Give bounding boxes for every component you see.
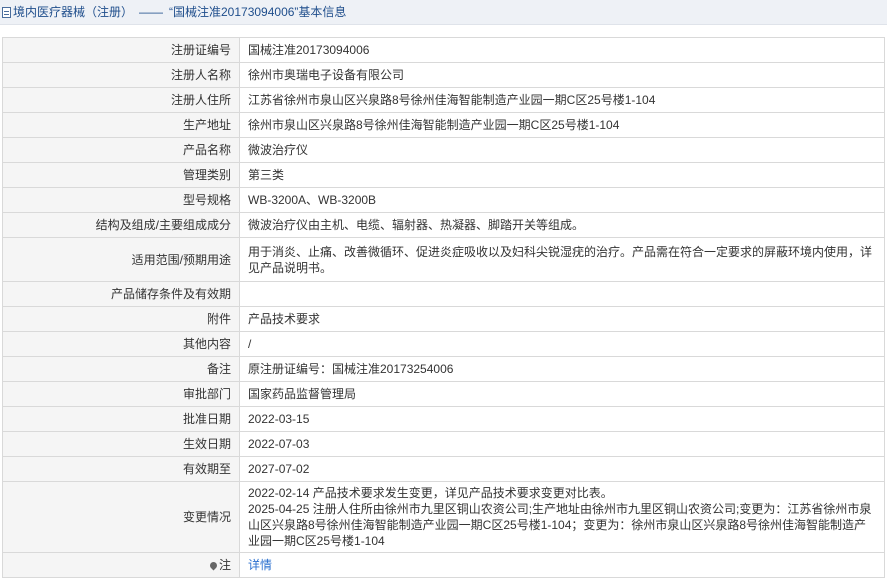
table-row: 产品储存条件及有效期 xyxy=(2,281,885,307)
table-row-note: 注 详情 xyxy=(2,552,885,578)
row-label: 注册人名称 xyxy=(2,62,240,88)
document-icon xyxy=(2,6,11,18)
table-row: 注册人住所 江苏省徐州市泉山区兴泉路8号徐州佳海智能制造产业园一期C区25号楼1… xyxy=(2,87,885,113)
row-label: 生效日期 xyxy=(2,431,240,457)
row-value: 原注册证编号：国械注准20173254006 xyxy=(239,356,885,382)
row-value: WB-3200A、WB-3200B xyxy=(239,187,885,213)
table-row: 结构及组成/主要组成成分 微波治疗仪由主机、电缆、辐射器、热凝器、脚踏开关等组成… xyxy=(2,212,885,238)
row-value: 2022-03-15 xyxy=(239,406,885,432)
table-row: 审批部门 国家药品监督管理局 xyxy=(2,381,885,407)
row-label: 产品储存条件及有效期 xyxy=(2,281,240,307)
row-value: 微波治疗仪由主机、电缆、辐射器、热凝器、脚踏开关等组成。 xyxy=(239,212,885,238)
table-row: 附件 产品技术要求 xyxy=(2,306,885,332)
row-value: 徐州市奥瑞电子设备有限公司 xyxy=(239,62,885,88)
row-value: 2022-07-03 xyxy=(239,431,885,457)
row-label: 生产地址 xyxy=(2,112,240,138)
row-value: 2027-07-02 xyxy=(239,456,885,482)
row-value: 第三类 xyxy=(239,162,885,188)
table-row: 产品名称 微波治疗仪 xyxy=(2,137,885,163)
header-title: “国械注准20173094006”基本信息 xyxy=(169,5,347,19)
row-label: 有效期至 xyxy=(2,456,240,482)
row-value: 徐州市泉山区兴泉路8号徐州佳海智能制造产业园一期C区25号楼1-104 xyxy=(239,112,885,138)
table-row: 其他内容 / xyxy=(2,331,885,357)
row-value: 用于消炎、止痛、改善微循环、促进炎症吸收以及妇科尖锐湿疣的治疗。产品需在符合一定… xyxy=(239,237,885,282)
row-label: 注册证编号 xyxy=(2,37,240,63)
table-row: 注册人名称 徐州市奥瑞电子设备有限公司 xyxy=(2,62,885,88)
row-label: 管理类别 xyxy=(2,162,240,188)
row-label: 附件 xyxy=(2,306,240,332)
table-row-changes: 变更情况 2022-02-14 产品技术要求发生变更，详见产品技术要求变更对比表… xyxy=(2,481,885,553)
row-label: 结构及组成/主要组成成分 xyxy=(2,212,240,238)
map-pin-icon xyxy=(208,560,219,571)
basic-info-table: 注册证编号 国械注准20173094006 注册人名称 徐州市奥瑞电子设备有限公… xyxy=(2,37,885,578)
row-label: 产品名称 xyxy=(2,137,240,163)
table-row: 有效期至 2027-07-02 xyxy=(2,456,885,482)
table-row: 注册证编号 国械注准20173094006 xyxy=(2,37,885,63)
note-label-cell: 注 xyxy=(2,552,240,578)
row-value: 江苏省徐州市泉山区兴泉路8号徐州佳海智能制造产业园一期C区25号楼1-104 xyxy=(239,87,885,113)
row-value: 微波治疗仪 xyxy=(239,137,885,163)
header-category: 境内医疗器械（注册） xyxy=(13,5,134,19)
table-row: 管理类别 第三类 xyxy=(2,162,885,188)
row-label: 审批部门 xyxy=(2,381,240,407)
row-label: 其他内容 xyxy=(2,331,240,357)
note-label: 注 xyxy=(218,558,231,572)
row-label: 适用范围/预期用途 xyxy=(2,237,240,282)
table-row: 型号规格 WB-3200A、WB-3200B xyxy=(2,187,885,213)
table-row: 适用范围/预期用途 用于消炎、止痛、改善微循环、促进炎症吸收以及妇科尖锐湿疣的治… xyxy=(2,237,885,282)
row-value: / xyxy=(239,331,885,357)
page-header: 境内医疗器械（注册） —— “国械注准20173094006”基本信息 xyxy=(0,0,887,25)
row-value: 国家药品监督管理局 xyxy=(239,381,885,407)
changes-label: 变更情况 xyxy=(2,481,240,553)
change-entry-2: 2025-04-25 注册人住所由徐州市九里区铜山农资公司;生产地址由徐州市九里… xyxy=(248,502,872,548)
row-label: 注册人住所 xyxy=(2,87,240,113)
change-entry-1: 2022-02-14 产品技术要求发生变更，详见产品技术要求变更对比表。 xyxy=(248,486,613,500)
row-label: 型号规格 xyxy=(2,187,240,213)
row-label: 备注 xyxy=(2,356,240,382)
table-row: 生产地址 徐州市泉山区兴泉路8号徐州佳海智能制造产业园一期C区25号楼1-104 xyxy=(2,112,885,138)
table-row: 生效日期 2022-07-03 xyxy=(2,431,885,457)
table-row: 批准日期 2022-03-15 xyxy=(2,406,885,432)
row-value xyxy=(239,281,885,307)
row-label: 批准日期 xyxy=(2,406,240,432)
table-row: 备注 原注册证编号：国械注准20173254006 xyxy=(2,356,885,382)
row-value: 产品技术要求 xyxy=(239,306,885,332)
row-value: 国械注准20173094006 xyxy=(239,37,885,63)
changes-value: 2022-02-14 产品技术要求发生变更，详见产品技术要求变更对比表。 202… xyxy=(239,481,885,553)
note-value: 详情 xyxy=(239,552,885,578)
header-separator: —— xyxy=(139,5,164,19)
details-link[interactable]: 详情 xyxy=(248,558,272,572)
